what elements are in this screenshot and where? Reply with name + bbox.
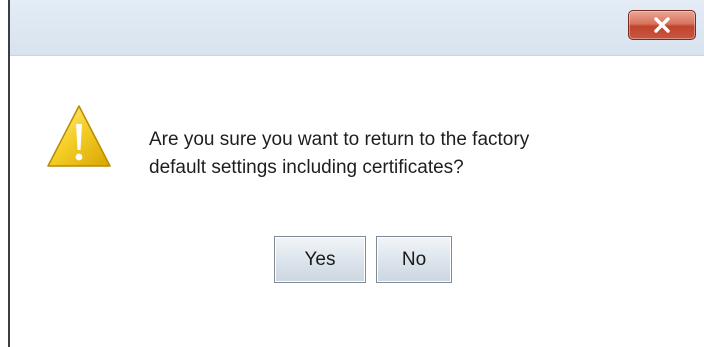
message-line-2: default settings including certificates? — [149, 157, 464, 178]
no-button[interactable]: No — [376, 236, 452, 283]
dialog-message: Are you sure you want to return to the f… — [149, 126, 669, 182]
message-line-1: Are you sure you want to return to the f… — [149, 129, 530, 150]
close-button[interactable] — [628, 10, 696, 40]
title-bar — [10, 0, 704, 56]
close-icon — [654, 17, 670, 33]
confirm-dialog: Are you sure you want to return to the f… — [0, 0, 704, 347]
yes-button[interactable]: Yes — [274, 236, 366, 283]
warning-icon — [46, 104, 112, 170]
